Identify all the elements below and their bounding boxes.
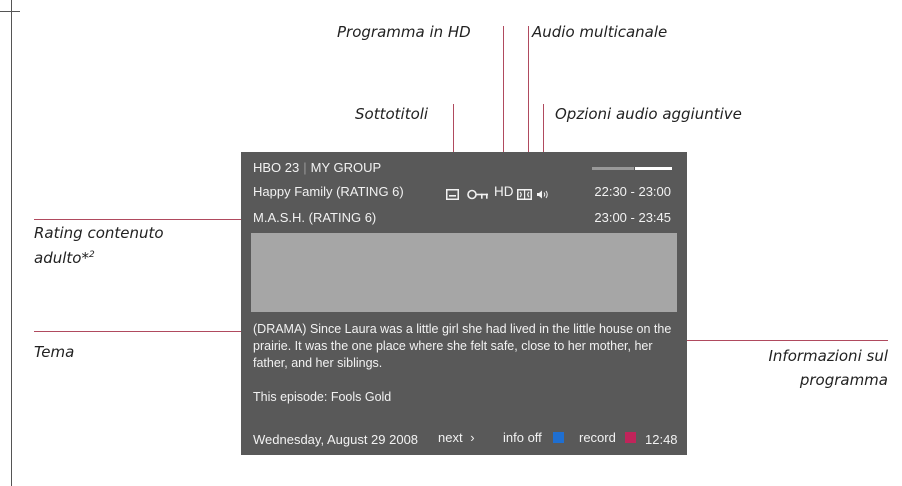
next-program-time: 23:00 - 23:45 bbox=[594, 210, 671, 225]
footnote-marker: 2 bbox=[88, 250, 95, 260]
progress-bar-remaining bbox=[635, 167, 672, 170]
preview-area bbox=[251, 233, 677, 312]
tv-info-panel: HBO 23 | MY GROUP Happy Family (RATING 6) … bbox=[241, 152, 687, 455]
leader-extra-audio bbox=[543, 104, 544, 154]
group-name: MY GROUP bbox=[310, 160, 382, 175]
channel-header: HBO 23 | MY GROUP bbox=[253, 160, 381, 176]
episode-title: This episode: Fools Gold bbox=[253, 390, 392, 404]
red-key-icon bbox=[625, 432, 636, 443]
date-display: Wednesday, August 29 2008 bbox=[253, 432, 419, 447]
key-icon bbox=[467, 189, 488, 200]
current-program: Happy Family (RATING 6) bbox=[253, 184, 404, 199]
leader-program-info bbox=[686, 340, 888, 341]
subtitles-icon bbox=[446, 189, 459, 200]
current-program-time: 22:30 - 23:00 bbox=[594, 184, 671, 199]
info-off-button[interactable]: info off bbox=[503, 430, 542, 446]
label-extra-audio: Opzioni audio aggiuntive bbox=[555, 105, 742, 123]
leader-subtitles bbox=[453, 104, 454, 154]
next-button-label: next bbox=[438, 430, 463, 445]
leader-theme bbox=[34, 331, 242, 332]
page-frame-top-rule bbox=[0, 11, 20, 12]
leader-adult-rating bbox=[34, 219, 242, 220]
next-program: M.A.S.H. (RATING 6) bbox=[253, 210, 377, 225]
label-hd-program: Programma in HD bbox=[337, 23, 471, 41]
clock: 12:48 bbox=[645, 432, 678, 447]
program-description: (DRAMA) Since Laura was a little girl sh… bbox=[253, 322, 672, 370]
label-adult-rating-line1: Rating contenuto bbox=[34, 224, 164, 242]
channel-name: HBO 23 bbox=[253, 160, 300, 175]
label-adult-rating-line2: adulto*2 bbox=[34, 249, 95, 267]
next-arrow-icon: › bbox=[470, 430, 475, 445]
label-theme: Tema bbox=[34, 343, 75, 361]
label-program-info-line2: programma bbox=[799, 371, 888, 389]
label-multichannel-audio: Audio multicanale bbox=[532, 23, 668, 41]
hd-icon: HD bbox=[494, 184, 514, 199]
audio-options-icon bbox=[537, 190, 548, 199]
dolby-icon bbox=[517, 189, 532, 200]
progress-bar-elapsed bbox=[592, 167, 634, 170]
next-button[interactable]: next › bbox=[438, 430, 475, 446]
label-program-info-line1: Informazioni sul bbox=[768, 347, 888, 365]
record-button[interactable]: record bbox=[579, 430, 616, 446]
leader-multichannel-audio bbox=[528, 26, 529, 154]
header-separator: | bbox=[303, 160, 307, 175]
blue-key-icon bbox=[553, 432, 564, 443]
page-frame-left-rule bbox=[11, 0, 12, 486]
leader-hd-program bbox=[503, 26, 504, 154]
label-subtitles: Sottotitoli bbox=[355, 105, 429, 123]
